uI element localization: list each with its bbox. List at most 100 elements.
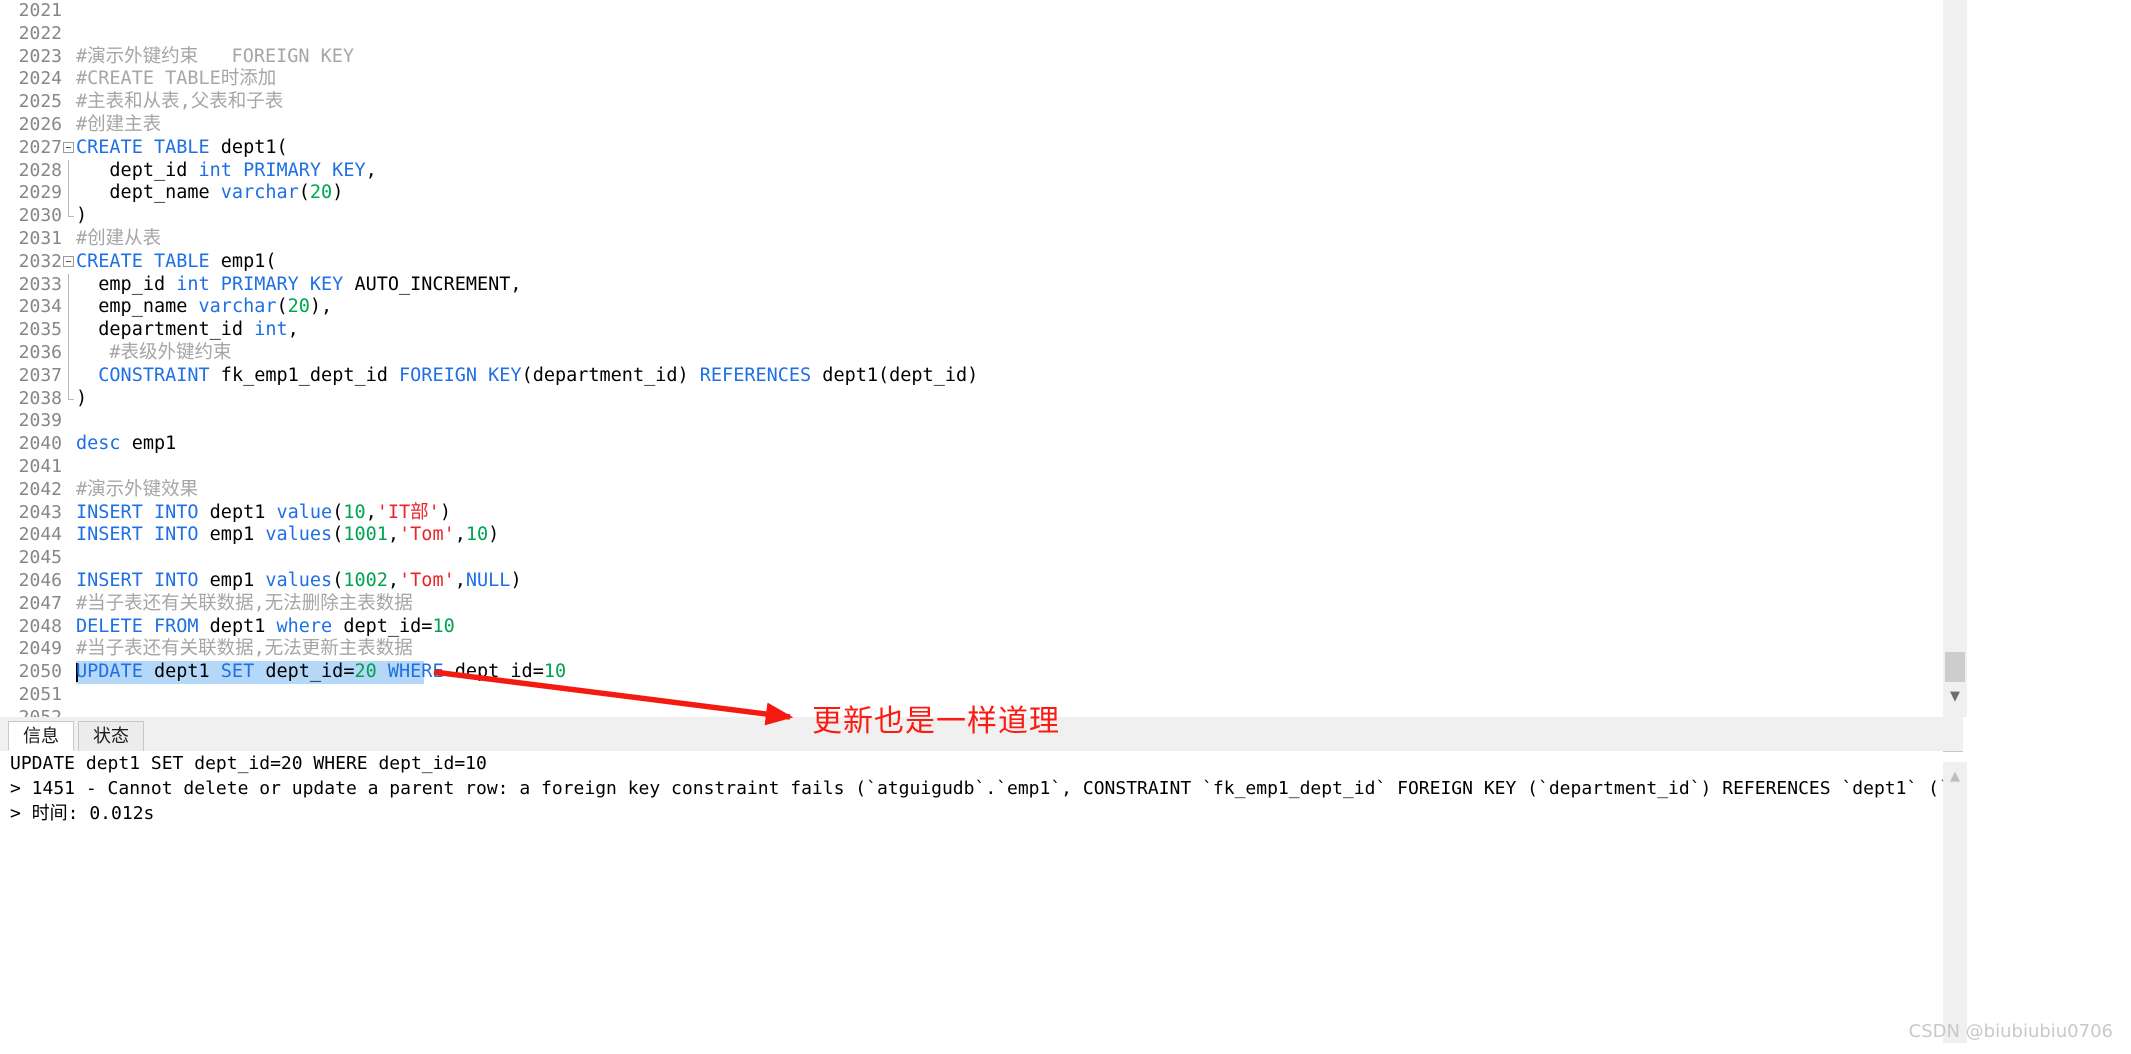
token-plain: ( (332, 524, 344, 546)
code-line-2026[interactable]: 2026 #创建主表 (0, 114, 1951, 137)
code-line-2040[interactable]: 2040 desc emp1 (0, 433, 1951, 456)
editor-scrollbar-thumb[interactable] (1945, 652, 1965, 682)
token-cmt: #演示外键约束 FOREIGN KEY (76, 45, 355, 67)
code-line-2051[interactable]: 2051 (0, 684, 1951, 707)
scroll-down-arrow-icon[interactable]: ▼ (1943, 686, 1967, 708)
code-line-2039[interactable]: 2039 (0, 410, 1951, 433)
code-line-2048[interactable]: 2048 DELETE FROM dept1 where dept_id=10 (0, 616, 1951, 639)
token-num: 20 (309, 182, 333, 204)
code-text: #演示外键效果 (76, 479, 198, 502)
code-line-2037[interactable]: 2037 CONSTRAINT fk_emp1_dept_id FOREIGN … (0, 364, 1951, 388)
code-line-2046[interactable]: 2046 INSERT INTO emp1 values(1002,'Tom',N… (0, 570, 1951, 593)
tab-info[interactable]: 信息 (8, 721, 74, 751)
line-number: 2045 (18, 547, 62, 569)
code-line-2044[interactable]: 2044 INSERT INTO emp1 values(1001,'Tom',1… (0, 524, 1951, 547)
code-line-2023[interactable]: 2023 #演示外键约束 FOREIGN KEY (0, 46, 1951, 69)
code-text: emp_id int PRIMARY KEY AUTO_INCREMENT, (76, 273, 522, 297)
token-plain: AUTO_INCREMENT, (343, 273, 522, 295)
token-str: 'Tom' (399, 569, 455, 591)
code-line-2021[interactable]: 2021 (0, 0, 1951, 23)
code-line-2032[interactable]: 2032 CREATE TABLE emp1( (0, 251, 1951, 274)
line-number: 2039 (18, 410, 62, 432)
token-kw: WHERE (387, 661, 444, 683)
code-line-2029[interactable]: 2029 dept_name varchar(20) (0, 182, 1951, 206)
code-line-2036[interactable]: 2036 #表级外键约束 (0, 341, 1951, 365)
code-line-2043[interactable]: 2043 INSERT INTO dept1 value(10,'IT部') (0, 502, 1951, 525)
code-text: #CREATE TABLE时添加 (76, 68, 276, 91)
token-kw: where (276, 615, 333, 637)
line-number: 2033 (18, 273, 62, 295)
code-area[interactable]: 2021 2022 2023 #演示外键约束 FOREIGN KEY 2024 #CREA… (0, 0, 1951, 717)
code-text: desc emp1 (76, 433, 176, 456)
token-kw: CREATE TABLE (76, 250, 210, 272)
fold-guide-line (68, 182, 69, 206)
code-text: #创建主表 (76, 114, 161, 137)
bottom-strip (0, 1043, 2131, 1054)
token-plain: , (287, 319, 299, 341)
token-kw: INSERT INTO (76, 501, 199, 523)
token-plain: ) (332, 182, 344, 204)
code-line-2035[interactable]: 2035 department_id int, (0, 319, 1951, 342)
tab-status[interactable]: 状态 (78, 721, 144, 751)
line-number: 2024 (18, 68, 62, 90)
output-line-error: > 1451 - Cannot delete or update a paren… (10, 778, 1943, 799)
code-line-2052[interactable]: 2052 (0, 707, 1951, 717)
code-line-2042[interactable]: 2042 #演示外键效果 (0, 479, 1951, 502)
editor-vertical-scrollbar[interactable]: ▼ (1943, 0, 1967, 717)
line-number: 2051 (18, 683, 62, 705)
code-line-2034[interactable]: 2034 emp_name varchar(20), (0, 296, 1951, 320)
code-text: ) (76, 388, 87, 411)
code-line-2041[interactable]: 2041 (0, 456, 1951, 479)
line-number: 2031 (18, 227, 62, 249)
code-line-2022[interactable]: 2022 (0, 23, 1951, 46)
output-vertical-scrollbar[interactable]: ▲ (1943, 762, 1967, 1054)
token-plain: ) (510, 569, 522, 591)
token-plain: , (387, 569, 400, 591)
code-line-2031[interactable]: 2031 #创建从表 (0, 228, 1951, 251)
token-plain: dept1 (142, 661, 221, 683)
token-num: 1001 (343, 524, 388, 546)
token-kw: values (265, 524, 333, 546)
line-number: 2041 (18, 455, 62, 477)
code-line-2027[interactable]: 2027 CREATE TABLE dept1( (0, 137, 1951, 160)
token-kw: CREATE TABLE (76, 136, 210, 158)
code-line-2028[interactable]: 2028 dept_id int PRIMARY KEY, (0, 159, 1951, 183)
output-line-time: > 时间: 0.012s (10, 803, 155, 824)
code-line-2038[interactable]: 2038) (0, 387, 1951, 411)
token-plain: ( (298, 182, 310, 204)
token-num: 1002 (343, 569, 388, 591)
code-line-2025[interactable]: 2025 #主表和从表,父表和子表 (0, 91, 1951, 114)
token-plain: ) (488, 524, 500, 546)
token-plain: ( (332, 501, 344, 523)
fold-collapse-icon[interactable] (63, 256, 74, 268)
fold-end-marker (68, 205, 74, 218)
line-number: 2026 (18, 113, 62, 135)
token-kw: UPDATE (76, 661, 143, 683)
code-line-2030[interactable]: 2030) (0, 205, 1951, 228)
scroll-up-arrow-icon[interactable]: ▲ (1943, 766, 1967, 788)
token-kw: varchar (198, 296, 277, 318)
token-plain: , (454, 569, 466, 591)
token-plain: dept_name (76, 182, 221, 204)
line-number: 2036 (18, 341, 62, 363)
fold-collapse-icon[interactable] (63, 142, 74, 154)
token-plain: , (454, 524, 466, 546)
code-line-2047[interactable]: 2047 #当子表还有关联数据,无法删除主表数据 (0, 593, 1951, 616)
token-cmt: #当子表还有关联数据,无法更新主表数据 (76, 638, 413, 660)
code-line-2024[interactable]: 2024 #CREATE TABLE时添加 (0, 68, 1951, 91)
token-plain: , (387, 524, 400, 546)
code-line-2033[interactable]: 2033 emp_id int PRIMARY KEY AUTO_INCREME… (0, 273, 1951, 297)
token-kw: int PRIMARY KEY (176, 273, 344, 295)
code-line-2045[interactable]: 2045 (0, 547, 1951, 570)
message-output-pane[interactable]: UPDATE dept1 SET dept_id=20 WHERE dept_i… (0, 751, 1943, 1054)
token-num: 10 (432, 615, 455, 637)
code-line-2049[interactable]: 2049 #当子表还有关联数据,无法更新主表数据 (0, 638, 1951, 661)
code-line-2050[interactable]: 2050 UPDATE dept1 SET dept_id=20 WHERE de… (0, 661, 1951, 684)
token-plain: dept_id= (332, 615, 433, 637)
line-number: 2023 (18, 45, 62, 67)
token-plain: ( (332, 569, 344, 591)
sql-editor-pane[interactable]: 2021 2022 2023 #演示外键约束 FOREIGN KEY 2024 #CREA… (0, 0, 2131, 717)
code-text: department_id int, (76, 319, 299, 342)
token-cmt: #创建主表 (76, 113, 162, 135)
line-number: 2034 (18, 296, 62, 318)
